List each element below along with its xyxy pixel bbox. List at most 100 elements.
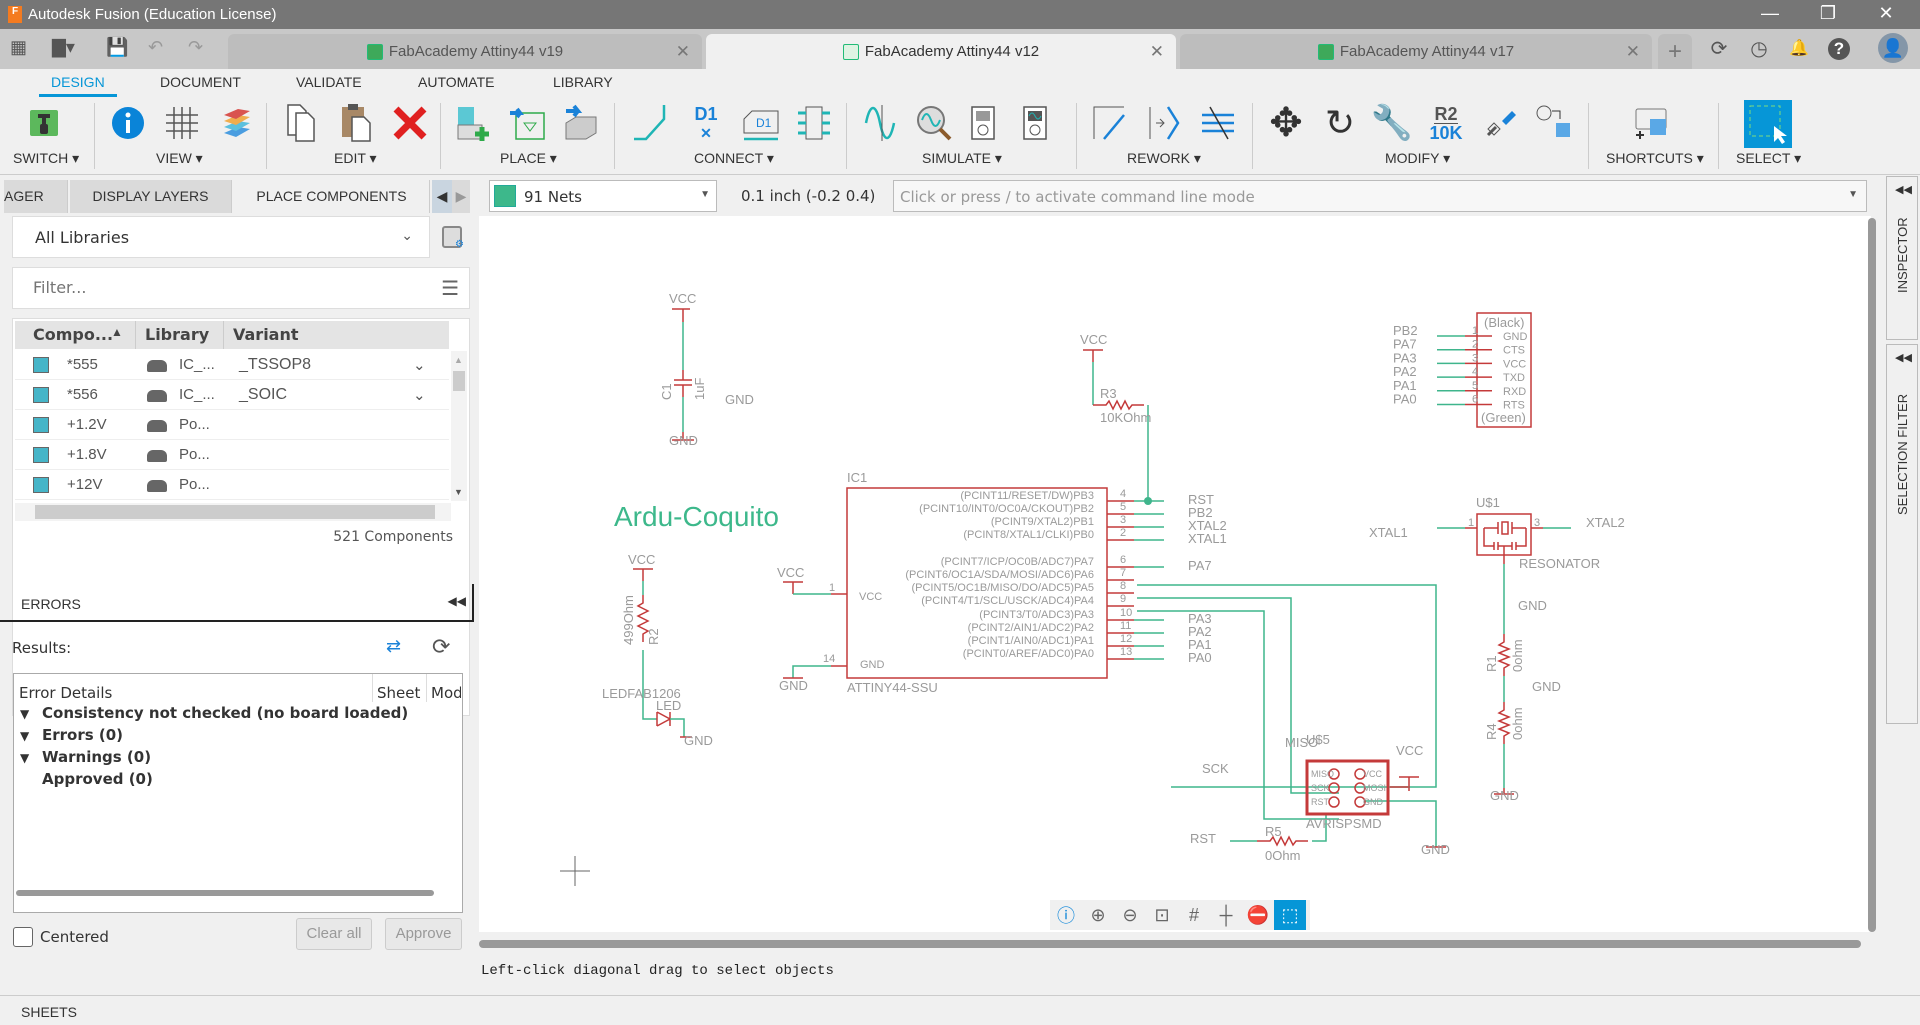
copy-icon[interactable] (282, 103, 322, 143)
switch-group-label[interactable]: SWITCH ▾ (13, 150, 79, 167)
expand-triangle-icon[interactable]: ▼ (20, 751, 42, 765)
filter-input[interactable] (33, 278, 393, 297)
horizontal-scrollbar[interactable] (15, 503, 451, 521)
tab-document[interactable]: DOCUMENT (160, 74, 241, 90)
tab-scroll-right-icon[interactable]: ▶ (452, 180, 470, 213)
schematic-canvas[interactable]: VCC GND C1 1uF GND Ardu-Coquito VCC 499O… (479, 216, 1871, 932)
error-tree-item[interactable]: ▼ Errors (0) (20, 726, 408, 748)
zoom-out-icon[interactable]: ⊖ (1114, 905, 1146, 926)
move-icon[interactable]: ✥ (1266, 101, 1306, 145)
tab-place-components[interactable]: PLACE COMPONENTS (234, 180, 430, 213)
col-module[interactable]: Modu (431, 684, 461, 702)
place-package-icon[interactable] (562, 103, 602, 143)
table-row[interactable]: +1.8V Po... (15, 440, 449, 470)
replace-icon[interactable] (1534, 103, 1574, 143)
info-icon[interactable]: ⓘ (1050, 902, 1082, 928)
tab-design[interactable]: DESIGN (39, 74, 117, 97)
grid-icon[interactable]: # (1178, 905, 1210, 926)
sheets-panel[interactable]: SHEETS (0, 995, 1920, 1025)
new-tab-button[interactable]: + (1658, 34, 1692, 69)
zoom-fit-icon[interactable]: ⊡ (1146, 905, 1178, 926)
tab-scroll-left-icon[interactable]: ◀ (432, 180, 452, 213)
col-library[interactable]: Library (145, 325, 209, 344)
variant-dropdown-icon[interactable]: ⌄ (413, 386, 426, 404)
col-variant[interactable]: Variant (233, 325, 299, 344)
doc-tab-v19[interactable]: FabAcademy Attiny44 v19 ✕ (228, 34, 702, 69)
name-label-icon[interactable]: D1 ✕ (686, 103, 726, 143)
info-icon[interactable] (108, 103, 148, 143)
net-label-icon[interactable]: D1 (740, 103, 780, 143)
redo-icon[interactable]: ↷ (188, 37, 203, 58)
selection-filter-tab[interactable]: ◀◀ SELECTION FILTER (1886, 344, 1918, 724)
filter-settings-icon[interactable]: ☰ (441, 276, 459, 301)
inspector-tab[interactable]: ◀◀ INSPECTOR (1886, 176, 1918, 340)
approve-button[interactable]: Approve (385, 918, 462, 950)
notifications-icon[interactable]: 🔔 (1786, 36, 1812, 62)
multimeter-icon[interactable] (966, 103, 1006, 143)
undo-icon[interactable]: ↶ (148, 37, 163, 58)
job-status-icon[interactable]: ◷ (1746, 36, 1772, 62)
extensions-icon[interactable]: ⟳ (1706, 36, 1732, 62)
tab-design-manager[interactable]: AGER (4, 180, 68, 213)
help-icon[interactable]: ? (1828, 38, 1850, 60)
variant-dropdown-icon[interactable]: ⌄ (413, 356, 426, 374)
vertical-scrollbar[interactable]: ▲ ▼ (451, 351, 467, 501)
bus-icon[interactable] (794, 103, 834, 143)
close-window-button[interactable]: ✕ (1876, 3, 1896, 24)
simulate-group-label[interactable]: SIMULATE ▾ (922, 150, 1002, 167)
oscilloscope-icon[interactable] (1018, 103, 1058, 143)
rework-group-label[interactable]: REWORK ▾ (1127, 150, 1201, 167)
error-tree-item[interactable]: Approved (0) (20, 770, 408, 792)
schematic-drawing[interactable]: VCC GND C1 1uF GND Ardu-Coquito VCC 499O… (479, 216, 1871, 932)
app-grid-icon[interactable]: ▦ (10, 37, 27, 58)
connect-group-label[interactable]: CONNECT ▾ (694, 150, 774, 167)
layers-icon[interactable] (216, 103, 256, 143)
profile-avatar[interactable]: 👤 (1878, 33, 1908, 63)
centered-checkbox[interactable] (13, 927, 33, 947)
probe-icon[interactable] (914, 103, 954, 143)
dropdown-arrow-icon[interactable]: ▼ (1848, 189, 1858, 200)
minimize-button[interactable]: — (1760, 3, 1780, 24)
shortcuts-icon[interactable] (1632, 103, 1672, 143)
doc-tab-v17[interactable]: FabAcademy Attiny44 v17 ✕ (1180, 34, 1652, 69)
expand-triangle-icon[interactable]: ▼ (20, 707, 42, 721)
change-tool-icon[interactable]: 🔧 (1371, 103, 1413, 143)
route-icon[interactable] (1144, 103, 1184, 143)
rotate-icon[interactable]: ↻ (1320, 102, 1360, 143)
library-select[interactable]: All Libraries ⌄ (12, 216, 430, 258)
zoom-in-icon[interactable]: ⊕ (1082, 905, 1114, 926)
value-icon[interactable]: R2 10K (1426, 103, 1466, 143)
error-hscrollbar[interactable] (16, 890, 434, 896)
crosshair-icon[interactable]: ┼ (1210, 905, 1242, 926)
save-icon[interactable]: 💾 (106, 37, 128, 58)
expand-triangle-icon[interactable]: ▼ (20, 729, 42, 743)
window-select-icon[interactable] (1744, 100, 1792, 148)
clear-all-button[interactable]: Clear all (296, 918, 372, 950)
select-group-label[interactable]: SELECT ▾ (1736, 150, 1801, 167)
net-icon[interactable] (630, 103, 670, 143)
errors-panel-header[interactable]: ERRORS ◀◀ (0, 584, 474, 622)
refresh-icon[interactable]: ⟳ (432, 634, 450, 660)
command-line-input[interactable]: Click or press / to activate command lin… (893, 180, 1867, 212)
col-error-details[interactable]: Error Details (19, 684, 112, 702)
place-schematic-icon[interactable] (508, 103, 548, 143)
table-row[interactable]: *555 IC_... _TSSOP8 ⌄ (15, 350, 449, 380)
modify-group-label[interactable]: MODIFY ▾ (1385, 150, 1450, 167)
paste-icon[interactable] (336, 103, 376, 143)
error-tree-item[interactable]: ▼ Warnings (0) (20, 748, 408, 770)
tab-automate[interactable]: AUTOMATE (418, 74, 495, 90)
error-tree-item[interactable]: ▼ Consistency not checked (no board loade… (20, 704, 408, 726)
collapse-icon[interactable]: ◀◀ (448, 594, 466, 608)
delete-icon[interactable] (390, 103, 430, 143)
canvas-hscrollbar[interactable] (479, 940, 1861, 948)
tab-display-layers[interactable]: DISPLAY LAYERS (70, 180, 232, 213)
source-icon[interactable] (862, 103, 902, 143)
rip-up-icon[interactable] (1090, 103, 1130, 143)
col-component[interactable]: Compo... (33, 325, 113, 344)
table-row[interactable]: +1.2V Po... (15, 410, 449, 440)
restore-button[interactable]: ❐ (1818, 3, 1838, 24)
place-component-icon[interactable] (454, 103, 494, 143)
canvas-vscrollbar[interactable] (1868, 218, 1876, 932)
grid-icon[interactable] (162, 103, 202, 143)
split-net-icon[interactable] (1198, 103, 1238, 143)
